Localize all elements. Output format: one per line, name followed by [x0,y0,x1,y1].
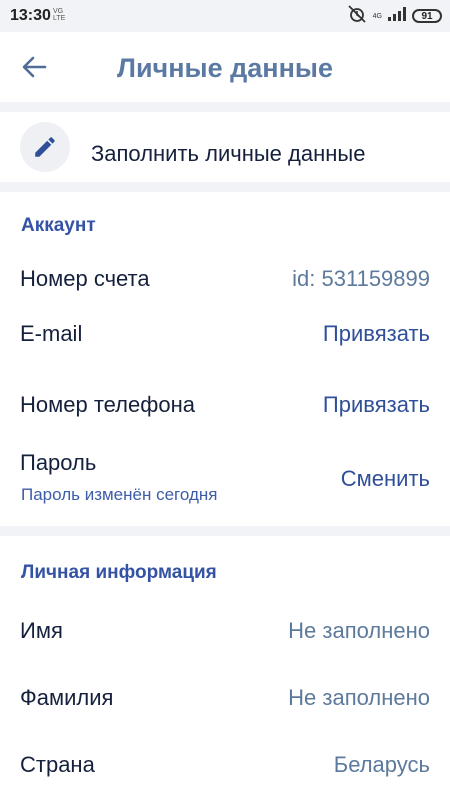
battery-icon: 91 [412,9,442,23]
password-label: Пароль [20,450,97,475]
email-label: E-mail [20,321,83,346]
password-changed-note: Пароль изменён сегодня [21,485,218,504]
fill-personal-data-label: Заполнить личные данные [91,141,366,166]
last-name-label: Фамилия [20,685,114,710]
account-number-value: id: 531159899 [292,266,430,291]
email-link-button[interactable]: Привязать [323,321,430,347]
fill-personal-data-button[interactable]: Заполнить личные данные [0,112,450,182]
phone-link-button[interactable]: Привязать [323,392,430,418]
carrier-bottom: LTE [53,15,66,22]
first-name-label: Имя [20,618,63,643]
account-number-label: Номер счета [20,266,150,291]
country-row[interactable]: Страна Беларусь [0,742,450,787]
signal-icon [388,6,406,26]
status-bar: 13:30 VG LTE 4G 91 [0,0,450,32]
divider [0,102,450,112]
battery-level: 91 [421,10,433,22]
divider [0,182,450,192]
password-row: Пароль Пароль изменён сегодня Сменить [0,440,450,520]
last-name-row[interactable]: Фамилия Не заполнено [0,675,450,720]
country-value: Беларусь [333,752,430,777]
carrier-indicator: VG LTE [53,8,65,22]
change-password-button[interactable]: Сменить [341,466,430,492]
section-heading-personal: Личная информация [21,562,217,583]
first-name-row[interactable]: Имя Не заполнено [0,608,450,653]
page-title: Личные данные [117,53,333,83]
pencil-icon [35,137,55,157]
email-row: E-mail Привязать [0,312,450,357]
phone-label: Номер телефона [20,392,195,417]
pencil-icon-circle [20,122,70,172]
status-icons: 4G 91 [347,4,442,28]
phone-row: Номер телефона Привязать [0,382,450,427]
country-label: Страна [20,752,95,777]
alarm-off-icon [347,4,367,28]
section-heading-account: Аккаунт [21,215,96,236]
app-header: Личные данные [0,32,450,102]
divider [0,526,450,536]
carrier-top: VG [53,8,64,15]
network-label: 4G [372,12,382,20]
last-name-value: Не заполнено [288,685,430,710]
network-indicator: 4G [373,13,382,20]
account-number-row: Номер счета id: 531159899 [0,258,450,303]
status-time: 13:30 [10,7,51,24]
first-name-value: Не заполнено [288,618,430,643]
